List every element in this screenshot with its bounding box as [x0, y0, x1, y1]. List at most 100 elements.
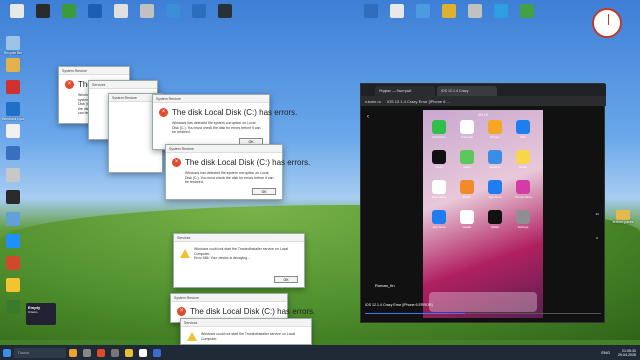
desktop-icon[interactable]	[412, 4, 434, 19]
app-icon	[432, 180, 446, 194]
desktop-icon[interactable]	[386, 4, 408, 19]
browser-window[interactable]: Яндекс — быстрый iOS 12.1.4 Crazy rutube…	[360, 83, 606, 323]
phone-app[interactable]: Weather	[487, 150, 503, 169]
back-arrow-icon[interactable]: ‹	[367, 114, 369, 120]
services-dialog-bottom[interactable]: Services Windows could not start the Tru…	[180, 318, 312, 345]
desktop-icon[interactable]	[2, 212, 24, 227]
desktop-icon[interactable]	[188, 4, 210, 19]
empty-widget[interactable]: Empty 0 items	[26, 303, 56, 325]
desktop-icon[interactable]	[2, 234, 24, 249]
desktop-icon[interactable]	[32, 4, 54, 19]
desktop-icon[interactable]	[162, 4, 184, 19]
phone-app[interactable]: Calendar	[459, 120, 475, 139]
app-icon	[6, 80, 20, 94]
taskbar-app-icon[interactable]	[83, 348, 91, 357]
desktop-icon[interactable]	[2, 256, 24, 271]
phone-app[interactable]: App Store	[487, 180, 503, 199]
error-icon: ×	[159, 108, 168, 117]
dialog-caption: System Restore	[153, 95, 269, 103]
phone-app[interactable]: Mail	[515, 120, 531, 139]
taskbar-app-icon[interactable]	[69, 348, 77, 357]
address-url[interactable]: rutube.ru	[365, 99, 381, 104]
app-icon	[166, 4, 180, 18]
taskbar-search[interactable]: Поиск	[14, 347, 66, 358]
tab-video[interactable]: iOS 12.1.4 Crazy	[437, 86, 497, 96]
desktop-icon[interactable]	[360, 4, 382, 19]
ok-button[interactable]: OK	[274, 276, 298, 283]
app-label: Mail	[520, 135, 526, 139]
warning-icon	[180, 249, 190, 259]
app-icon	[140, 4, 154, 18]
video-title: iOS 12.1.4 Crazy Error [iPhone 6 ERROR]	[365, 303, 433, 307]
desktop-icon[interactable]	[214, 4, 236, 19]
taskbar-app-icon[interactable]	[139, 348, 147, 357]
app-icon	[36, 4, 50, 18]
phone-app[interactable]: Health	[459, 210, 475, 229]
desktop-icon[interactable]	[58, 4, 80, 19]
folder-icon	[616, 210, 630, 220]
ok-button[interactable]: OK	[252, 188, 276, 195]
desktop-icon[interactable]	[2, 58, 24, 73]
desktop-icon[interactable]	[464, 4, 486, 19]
phone-app[interactable]: Reminders	[431, 180, 447, 199]
phone-app[interactable]: Photos	[487, 120, 503, 139]
desktop-icon[interactable]: Windows Update	[2, 102, 24, 121]
error-dialog-lower[interactable]: System Restore × The disk Local Disk (C:)…	[165, 144, 310, 200]
phone-app[interactable]: Books	[459, 180, 475, 199]
app-icon	[88, 4, 102, 18]
language-indicator[interactable]: ENG	[601, 350, 610, 355]
error-dialog-front[interactable]: System Restore × The disk Local Disk (C:)…	[152, 94, 297, 150]
app-label: Maps	[463, 165, 471, 169]
tab-yandex[interactable]: Яндекс — быстрый	[375, 86, 435, 96]
desktop-icon[interactable]	[516, 4, 538, 19]
desktop-icon[interactable]	[2, 146, 24, 161]
desktop-icon[interactable]: Recycle Bin	[2, 36, 24, 55]
desktop-icon[interactable]	[2, 124, 24, 139]
desktop-icon[interactable]	[438, 4, 460, 19]
progress-bar[interactable]	[365, 313, 601, 314]
taskbar-app-icon[interactable]	[153, 348, 161, 357]
app-label: Photos	[490, 135, 500, 139]
app-icon	[494, 4, 508, 18]
tray-clock[interactable]: 21:05:30 29.04.2026	[618, 349, 636, 357]
phone-app[interactable]: Settings	[515, 210, 531, 229]
desktop-icon[interactable]	[2, 190, 24, 205]
phone-app[interactable]: iTunes Store	[515, 180, 532, 199]
phone-app[interactable]: Clock	[431, 150, 447, 169]
phone-app[interactable]: FaceTime	[431, 120, 447, 139]
desktop-icon[interactable]	[2, 278, 24, 293]
app-icon	[192, 4, 206, 18]
services-dialog[interactable]: Services Windows could not start the Tru…	[173, 233, 305, 288]
desktop-icon[interactable]	[2, 168, 24, 183]
taskbar-app-icon[interactable]	[125, 348, 133, 357]
texture-packs-folder[interactable]: texture packs	[610, 210, 636, 224]
app-icon	[10, 4, 24, 18]
desktop-icon[interactable]	[84, 4, 106, 19]
phone-app[interactable]: Maps	[459, 150, 475, 169]
app-label: App Store	[432, 225, 446, 229]
app-icon	[488, 210, 502, 224]
desktop-icon[interactable]	[110, 4, 132, 19]
app-icon	[516, 180, 530, 194]
phone-app[interactable]: Notes	[515, 150, 531, 169]
phone-screen[interactable]: 20:19 FaceTime Calendar Photos Mail Clock Map…	[423, 110, 543, 318]
address-bar[interactable]: rutube.ru iOS 12.1.4 Crazy Error [iPhone…	[361, 96, 606, 106]
windows-start-icon[interactable]	[3, 348, 11, 357]
phone-app[interactable]: Wallet	[487, 210, 503, 229]
error-icon: ×	[177, 307, 186, 316]
app-icon	[432, 120, 446, 134]
desktop-icon[interactable]	[2, 300, 24, 315]
taskbar-app-icon[interactable]	[97, 348, 105, 357]
app-label: Reminders	[431, 195, 447, 199]
channel-name[interactable]: Roman_Itn	[375, 283, 395, 288]
desktop-icon[interactable]	[2, 80, 24, 95]
app-label: Wallet	[490, 225, 500, 229]
comment-count[interactable]: 2	[592, 236, 602, 240]
taskbar-app-icon[interactable]	[111, 348, 119, 357]
desktop-icon[interactable]	[6, 4, 28, 19]
like-count[interactable]: 14	[592, 212, 602, 216]
phone-app[interactable]: App Store	[431, 210, 447, 229]
warning-icon	[187, 332, 197, 341]
desktop-icon[interactable]	[490, 4, 512, 19]
desktop-icon[interactable]	[136, 4, 158, 19]
